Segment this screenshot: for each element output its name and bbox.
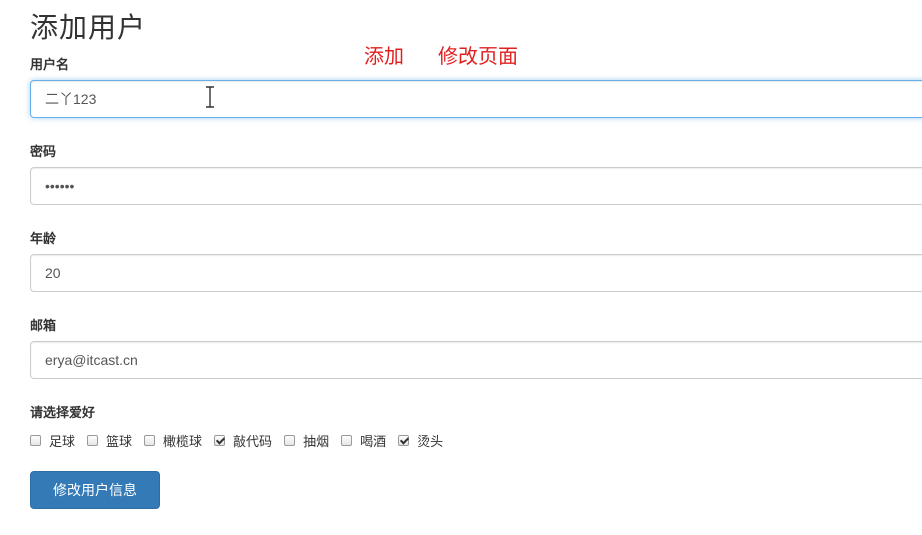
hobby-checkbox[interactable] bbox=[284, 434, 296, 446]
hobby-label: 敲代码 bbox=[233, 434, 273, 450]
age-label: 年龄 bbox=[30, 232, 57, 247]
hobby-option[interactable]: 敲代码 bbox=[214, 431, 272, 450]
hobby-option[interactable]: 足球 bbox=[30, 431, 75, 450]
hobby-label: 喝酒 bbox=[360, 434, 387, 450]
hobby-option[interactable]: 抽烟 bbox=[284, 431, 329, 450]
username-label: 用户名 bbox=[30, 58, 70, 73]
hobby-checkbox[interactable] bbox=[144, 434, 156, 446]
email-label: 邮箱 bbox=[30, 319, 57, 334]
hobbies-group: 足球 篮球 橄榄球 敲代码 抽烟 喝酒 烫头 bbox=[30, 430, 455, 450]
hobby-checkbox[interactable] bbox=[214, 434, 226, 446]
hobby-label: 抽烟 bbox=[303, 434, 330, 450]
hobby-label: 橄榄球 bbox=[163, 434, 203, 450]
hobby-checkbox[interactable] bbox=[87, 434, 99, 446]
hobby-checkbox[interactable] bbox=[30, 434, 41, 446]
username-field[interactable] bbox=[30, 80, 922, 118]
hobby-option[interactable]: 喝酒 bbox=[341, 431, 386, 450]
hobby-option[interactable]: 橄榄球 bbox=[144, 431, 202, 450]
password-field[interactable] bbox=[30, 167, 922, 205]
annotation-edit-page: 修改页面 bbox=[438, 44, 518, 68]
annotation-add: 添加 bbox=[364, 44, 404, 68]
hobby-checkbox[interactable] bbox=[398, 434, 410, 446]
hobby-label: 足球 bbox=[49, 434, 76, 450]
hobby-label: 篮球 bbox=[106, 434, 133, 450]
hobby-checkbox[interactable] bbox=[341, 434, 353, 446]
email-field[interactable] bbox=[30, 341, 922, 379]
age-field[interactable] bbox=[30, 254, 922, 292]
hobbies-label: 请选择爱好 bbox=[30, 406, 96, 421]
page-title: 添加用户 bbox=[30, 11, 147, 44]
hobby-option[interactable]: 烫头 bbox=[398, 431, 443, 450]
text-cursor-icon bbox=[206, 86, 214, 108]
update-user-button[interactable]: 修改用户信息 bbox=[30, 471, 160, 509]
password-label: 密码 bbox=[30, 145, 57, 160]
hobby-label: 烫头 bbox=[417, 434, 444, 450]
hobby-option[interactable]: 篮球 bbox=[87, 431, 132, 450]
